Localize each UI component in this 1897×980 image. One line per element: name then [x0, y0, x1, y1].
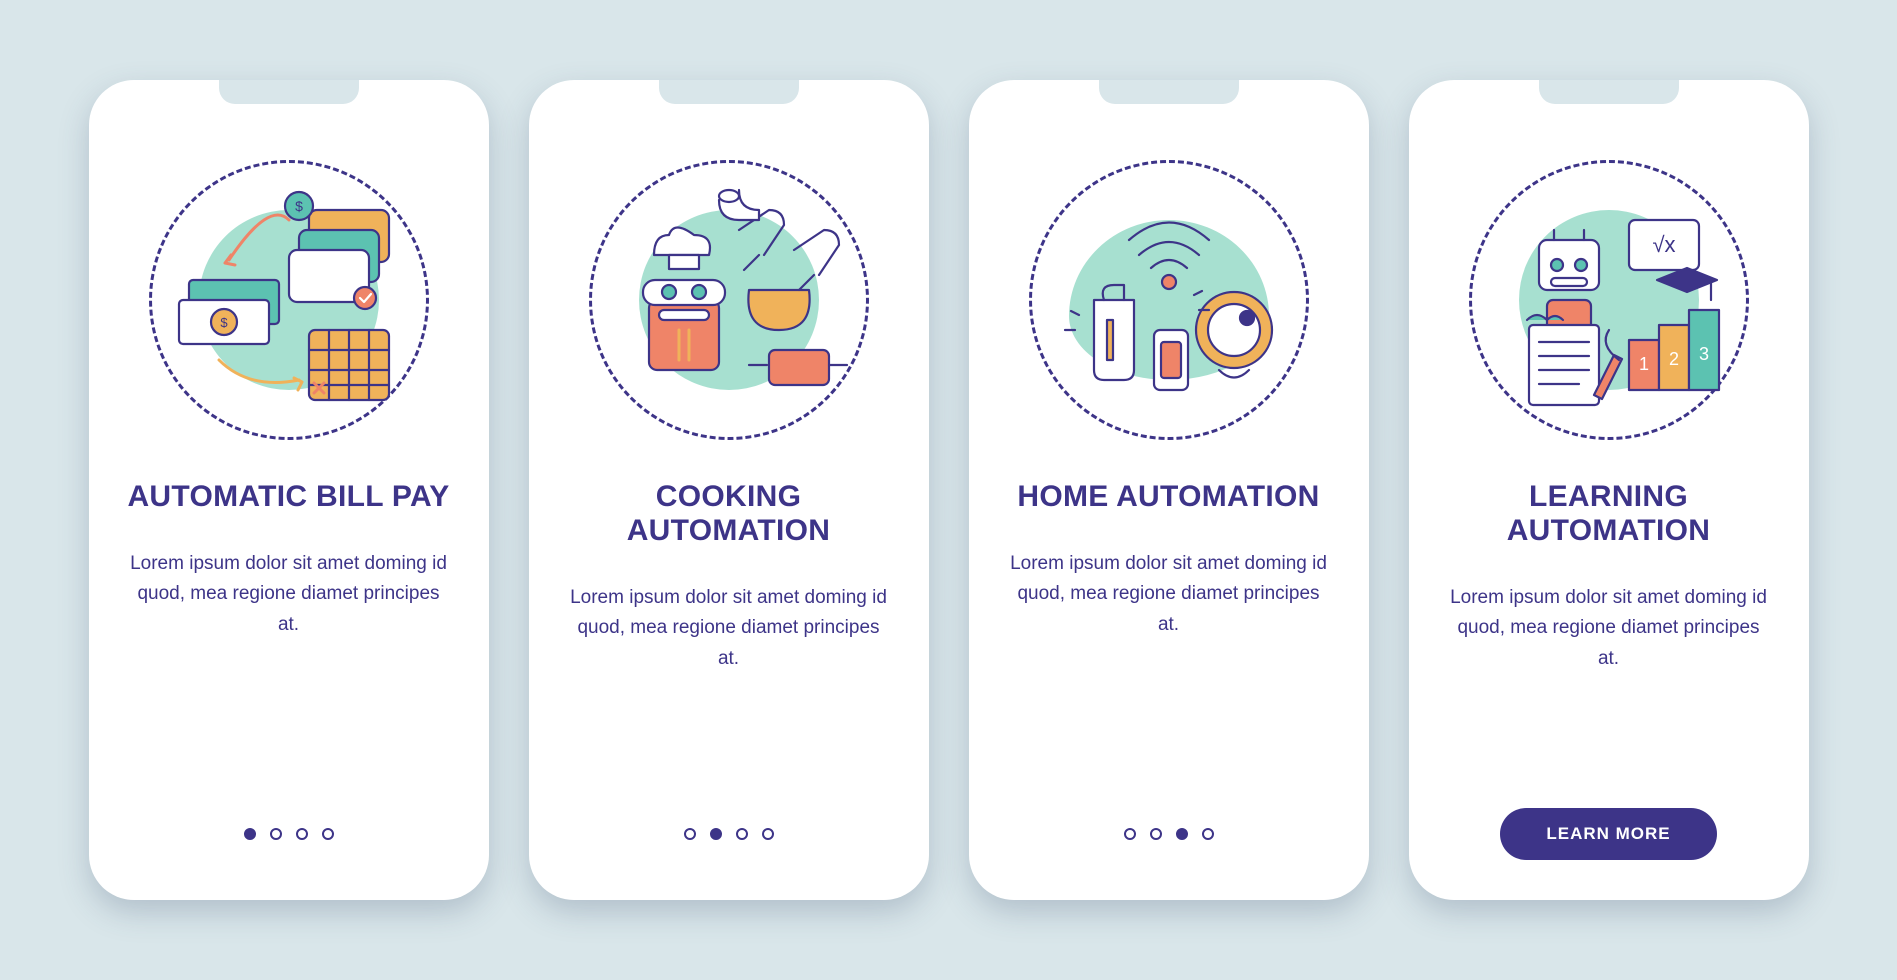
screen-description: Lorem ipsum dolor sit amet doming id quo…	[1439, 583, 1779, 674]
dot-1[interactable]	[684, 828, 696, 840]
phone-notch	[219, 80, 359, 104]
learning-illustration: √x 1 2 3	[1459, 150, 1759, 450]
phone-notch	[1099, 80, 1239, 104]
dot-1[interactable]	[244, 828, 256, 840]
screen-title: Home Automation	[1017, 480, 1319, 514]
phone-notch	[659, 80, 799, 104]
cooking-illustration	[579, 150, 879, 450]
dot-2[interactable]	[710, 828, 722, 840]
onboarding-screen-4: √x 1 2 3 Learning Automation Lorem ipsum…	[1409, 80, 1809, 900]
onboarding-screen-3: Home Automation Lorem ipsum dolor sit am…	[969, 80, 1369, 900]
dot-3[interactable]	[1176, 828, 1188, 840]
screen-title: Cooking Automation	[559, 480, 899, 548]
svg-text:$: $	[295, 198, 303, 214]
svg-text:1: 1	[1638, 354, 1648, 374]
screen-description: Lorem ipsum dolor sit amet doming id quo…	[999, 549, 1339, 640]
screen-title: Automatic Bill Pay	[127, 480, 449, 514]
pagination-dots	[684, 828, 774, 840]
bill-pay-illustration: $ $	[139, 150, 439, 450]
dot-4[interactable]	[762, 828, 774, 840]
dot-4[interactable]	[1202, 828, 1214, 840]
dot-2[interactable]	[1150, 828, 1162, 840]
onboarding-screen-1: $ $ Automatic Bill Pay Lorem ipsum dolor…	[89, 80, 489, 900]
pagination-dots	[1124, 828, 1214, 840]
onboarding-screen-2: Cooking Automation Lorem ipsum dolor sit…	[529, 80, 929, 900]
onboarding-phones-row: $ $ Automatic Bill Pay Lorem ipsum dolor…	[49, 40, 1849, 940]
svg-text:√x: √x	[1652, 232, 1675, 257]
screen-description: Lorem ipsum dolor sit amet doming id quo…	[119, 549, 459, 640]
dot-3[interactable]	[736, 828, 748, 840]
learn-more-button[interactable]: LEARN MORE	[1500, 808, 1716, 860]
dot-2[interactable]	[270, 828, 282, 840]
dot-3[interactable]	[296, 828, 308, 840]
dot-4[interactable]	[322, 828, 334, 840]
svg-text:$: $	[220, 315, 228, 330]
svg-text:2: 2	[1668, 349, 1678, 369]
screen-title: Learning Automation	[1439, 480, 1779, 548]
dot-1[interactable]	[1124, 828, 1136, 840]
phone-notch	[1539, 80, 1679, 104]
svg-text:3: 3	[1698, 344, 1708, 364]
home-illustration	[1019, 150, 1319, 450]
pagination-dots	[244, 828, 334, 840]
screen-description: Lorem ipsum dolor sit amet doming id quo…	[559, 583, 899, 674]
